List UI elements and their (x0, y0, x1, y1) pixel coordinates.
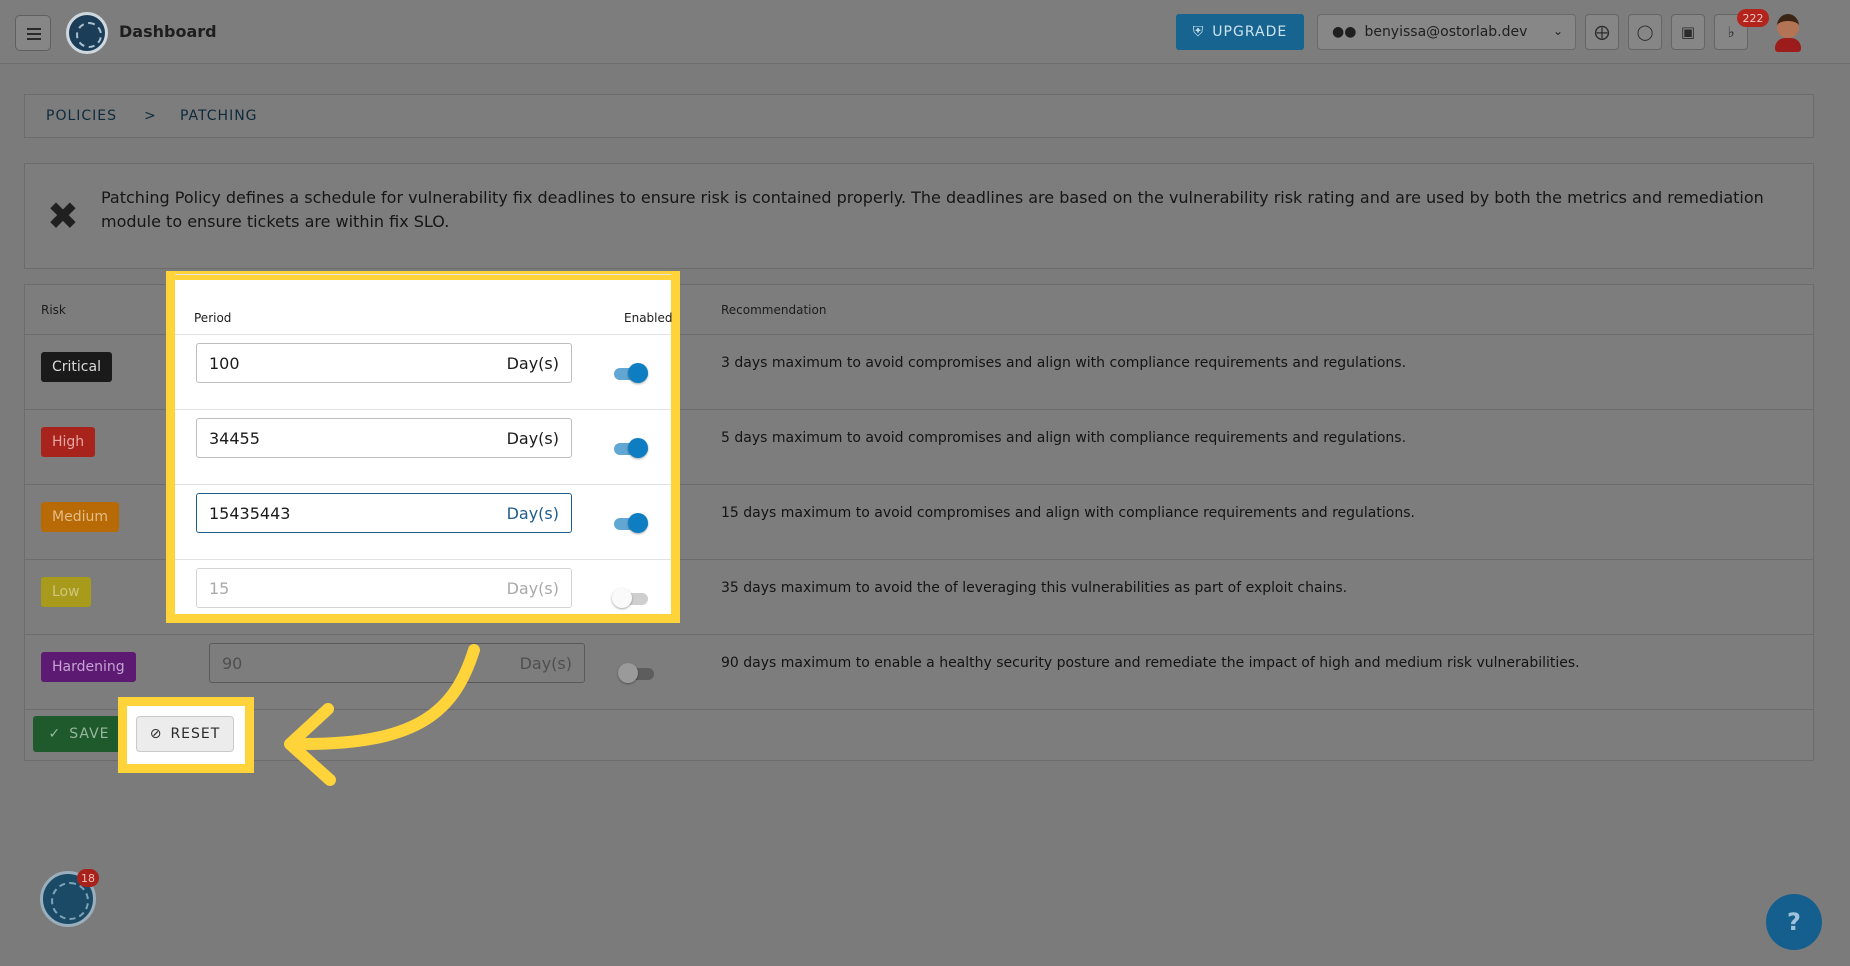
highlighted-period-panel: Period Enabled 100 Day(s) 34455 Day(s) 1… (166, 271, 680, 623)
breadcrumb-policies[interactable]: POLICIES (46, 108, 117, 124)
enabled-toggle-low[interactable] (612, 588, 648, 608)
recommendation-critical: 3 days maximum to avoid compromises and … (721, 355, 1407, 371)
bandage-icon: ✖ (47, 194, 79, 238)
highlighted-reset-area: ⊘ RESET (118, 697, 254, 773)
save-button[interactable]: ✓ SAVE (33, 716, 125, 752)
account-selector[interactable]: ●● benyissa@ostorlab.dev ⌄ (1317, 14, 1576, 50)
period-input-high[interactable]: 34455 Day(s) (196, 418, 572, 458)
recommendation-hardening: 90 days maximum to enable a healthy secu… (721, 655, 1580, 671)
users-icon: ●● (1332, 24, 1357, 40)
top-bar: Dashboard ⛨ UPGRADE ●● benyissa@ostorlab… (0, 0, 1850, 64)
period-input-critical[interactable]: 100 Day(s) (196, 343, 572, 383)
block-icon: ⊘ (149, 726, 163, 742)
enabled-toggle-high[interactable] (612, 438, 648, 458)
upgrade-button[interactable]: ⛨ UPGRADE (1176, 14, 1304, 50)
policy-description: Patching Policy defines a schedule for v… (101, 188, 1764, 231)
period-input-low[interactable]: 15 Day(s) (196, 568, 572, 608)
check-icon: ✓ (48, 726, 62, 742)
account-email: benyissa@ostorlab.dev (1364, 24, 1528, 40)
user-avatar[interactable] (1773, 14, 1803, 52)
security-icon-button[interactable]: ◯ (1628, 14, 1662, 50)
risk-badge-hardening: Hardening (41, 652, 136, 682)
risk-badge-low: Low (41, 577, 91, 607)
scan-icon-button[interactable]: ⨁ (1585, 14, 1619, 50)
enabled-toggle-hardening[interactable] (618, 663, 654, 683)
breadcrumb-separator: > (144, 108, 157, 124)
assistant-badge: 18 (77, 869, 99, 887)
risk-badge-high: High (41, 427, 96, 457)
period-column-header: Period (194, 311, 232, 325)
enabled-toggle-critical[interactable] (612, 363, 648, 383)
breadcrumb-patching[interactable]: PATCHING (180, 108, 258, 124)
app-logo[interactable] (66, 12, 108, 54)
recommendation-column-header: Recommendation (721, 303, 827, 317)
enabled-toggle-medium[interactable] (612, 513, 648, 533)
scan-icon: ⨁ (1594, 23, 1610, 41)
reset-label: RESET (170, 726, 221, 742)
chevron-down-icon: ⌄ (1552, 24, 1563, 38)
app-title: Dashboard (119, 22, 217, 41)
reset-button[interactable]: ⊘ RESET (136, 716, 234, 752)
breadcrumb: POLICIES > PATCHING (24, 94, 1814, 138)
recommendation-high: 5 days maximum to avoid compromises and … (721, 430, 1407, 446)
contacts-icon-button[interactable]: ▣ (1671, 14, 1705, 50)
contact-card-icon: ▣ (1680, 23, 1696, 41)
shield-icon: ⛨ (1192, 24, 1205, 40)
hamburger-icon (27, 28, 41, 30)
risk-badge-critical: Critical (41, 352, 112, 382)
risk-badge-medium: Medium (41, 502, 119, 532)
help-button[interactable]: ? (1766, 894, 1822, 950)
notification-count-badge: 222 (1737, 9, 1769, 27)
shield-outline-icon: ◯ (1636, 23, 1654, 41)
risk-column-header: Risk (41, 303, 66, 317)
recommendation-medium: 15 days maximum to avoid compromises and… (721, 505, 1415, 521)
enabled-column-header: Enabled (624, 311, 673, 325)
period-input-medium[interactable]: 15435443 Day(s) (196, 493, 572, 533)
upgrade-label: UPGRADE (1212, 24, 1288, 40)
policy-info-card: ✖ Patching Policy defines a schedule for… (24, 163, 1814, 269)
period-input-hardening[interactable]: 90 Day(s) (209, 643, 585, 683)
save-label: SAVE (69, 726, 110, 742)
bell-icon: ♭ (1727, 23, 1735, 41)
recommendation-low: 35 days maximum to avoid the of leveragi… (721, 580, 1348, 596)
menu-button[interactable] (15, 15, 51, 51)
